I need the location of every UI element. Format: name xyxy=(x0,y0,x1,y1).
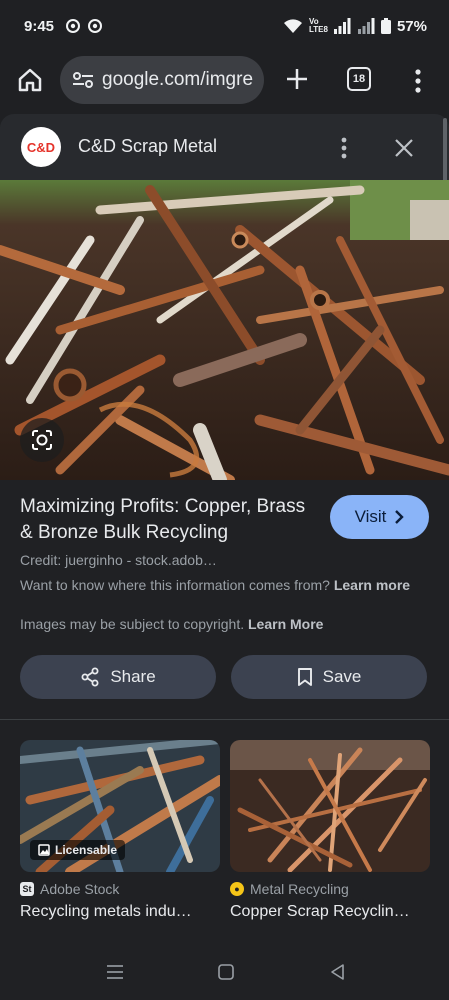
related-source-name: Metal Recycling xyxy=(250,881,349,897)
site-settings-icon[interactable] xyxy=(72,71,94,89)
more-vert-icon[interactable] xyxy=(408,66,428,96)
wifi-icon xyxy=(283,19,302,33)
metal-recycling-icon: ● xyxy=(230,882,244,896)
url-text: google.com/imgre xyxy=(102,69,254,90)
more-vert-icon[interactable] xyxy=(334,134,354,162)
related-source: ● Metal Recycling xyxy=(230,881,430,897)
bookmark-icon xyxy=(297,668,312,686)
image-title: Maximizing Profits: Copper, Brass & Bron… xyxy=(20,496,306,543)
tabs-icon[interactable]: 18 xyxy=(347,67,371,91)
status-bar: 9:45 Vo LTE8 57% xyxy=(0,0,449,52)
image-icon xyxy=(38,844,50,856)
related-result-card[interactable]: Licensable St Adobe Stock Recycling meta… xyxy=(20,740,220,921)
copyright-learn-more-link[interactable]: Learn More xyxy=(248,616,323,632)
related-thumbnail[interactable]: Licensable xyxy=(20,740,220,872)
scrap-pipes-image xyxy=(0,180,449,480)
related-title[interactable]: Recycling metals indu… xyxy=(20,903,215,921)
copyright-notice: Images may be subject to copyright. Lear… xyxy=(20,616,323,632)
plus-icon xyxy=(287,69,307,89)
divider xyxy=(0,719,449,720)
signal-icon xyxy=(333,18,351,34)
site-name[interactable]: C&D Scrap Metal xyxy=(78,136,217,157)
home-icon[interactable] xyxy=(214,960,238,984)
related-title[interactable]: Copper Scrap Recyclin… xyxy=(230,903,425,921)
address-bar[interactable]: google.com/imgre xyxy=(60,56,264,104)
copper-scrap-thumbnail xyxy=(230,740,430,872)
learn-more-link[interactable]: Learn more xyxy=(334,577,410,593)
licensable-label: Licensable xyxy=(55,843,118,857)
main-image[interactable] xyxy=(0,180,449,480)
panel-header: C&D C&D Scrap Metal xyxy=(0,114,449,238)
battery-icon xyxy=(380,18,391,34)
close-icon[interactable] xyxy=(392,136,416,160)
related-source-name: Adobe Stock xyxy=(40,881,120,897)
chevron-right-icon xyxy=(395,510,405,524)
browser-toolbar: google.com/imgre 18 xyxy=(0,52,449,110)
lens-button[interactable] xyxy=(20,418,64,462)
licensable-badge: Licensable xyxy=(30,840,126,860)
info-notice-text: Want to know where this information come… xyxy=(20,577,330,593)
related-source: St Adobe Stock xyxy=(20,881,220,897)
signal-icon xyxy=(357,18,375,34)
related-result-card[interactable]: ● Metal Recycling Copper Scrap Recyclin… xyxy=(230,740,430,921)
share-button[interactable]: Share xyxy=(20,655,216,699)
home-icon xyxy=(18,68,42,92)
recents-icon[interactable] xyxy=(103,960,127,984)
battery-percent: 57% xyxy=(396,17,427,35)
system-nav-bar xyxy=(0,946,449,1000)
share-icon xyxy=(81,667,99,687)
new-tab-button[interactable] xyxy=(282,64,312,94)
home-button[interactable] xyxy=(14,64,46,96)
image-detail-panel: C&D C&D Scrap Metal Maximizing Profits: … xyxy=(0,114,449,1000)
info-notice: Want to know where this information come… xyxy=(20,575,420,595)
back-icon[interactable] xyxy=(325,960,349,984)
adobe-stock-icon: St xyxy=(20,882,34,896)
status-time: 9:45 xyxy=(24,17,55,35)
network-label: Vo LTE8 xyxy=(308,17,328,34)
share-label: Share xyxy=(110,667,156,686)
save-label: Save xyxy=(322,667,362,686)
copyright-text: Images may be subject to copyright. xyxy=(20,616,245,632)
related-thumbnail[interactable] xyxy=(230,740,430,872)
chrome-icon xyxy=(88,19,103,33)
save-button[interactable]: Save xyxy=(231,655,427,699)
site-logo: C&D xyxy=(21,127,61,167)
lens-icon xyxy=(32,430,52,450)
chrome-icon xyxy=(66,19,81,33)
visit-button[interactable]: Visit xyxy=(330,495,429,539)
image-credit: Credit: juerginho - stock.adob… xyxy=(20,552,217,568)
visit-label: Visit xyxy=(354,507,387,526)
